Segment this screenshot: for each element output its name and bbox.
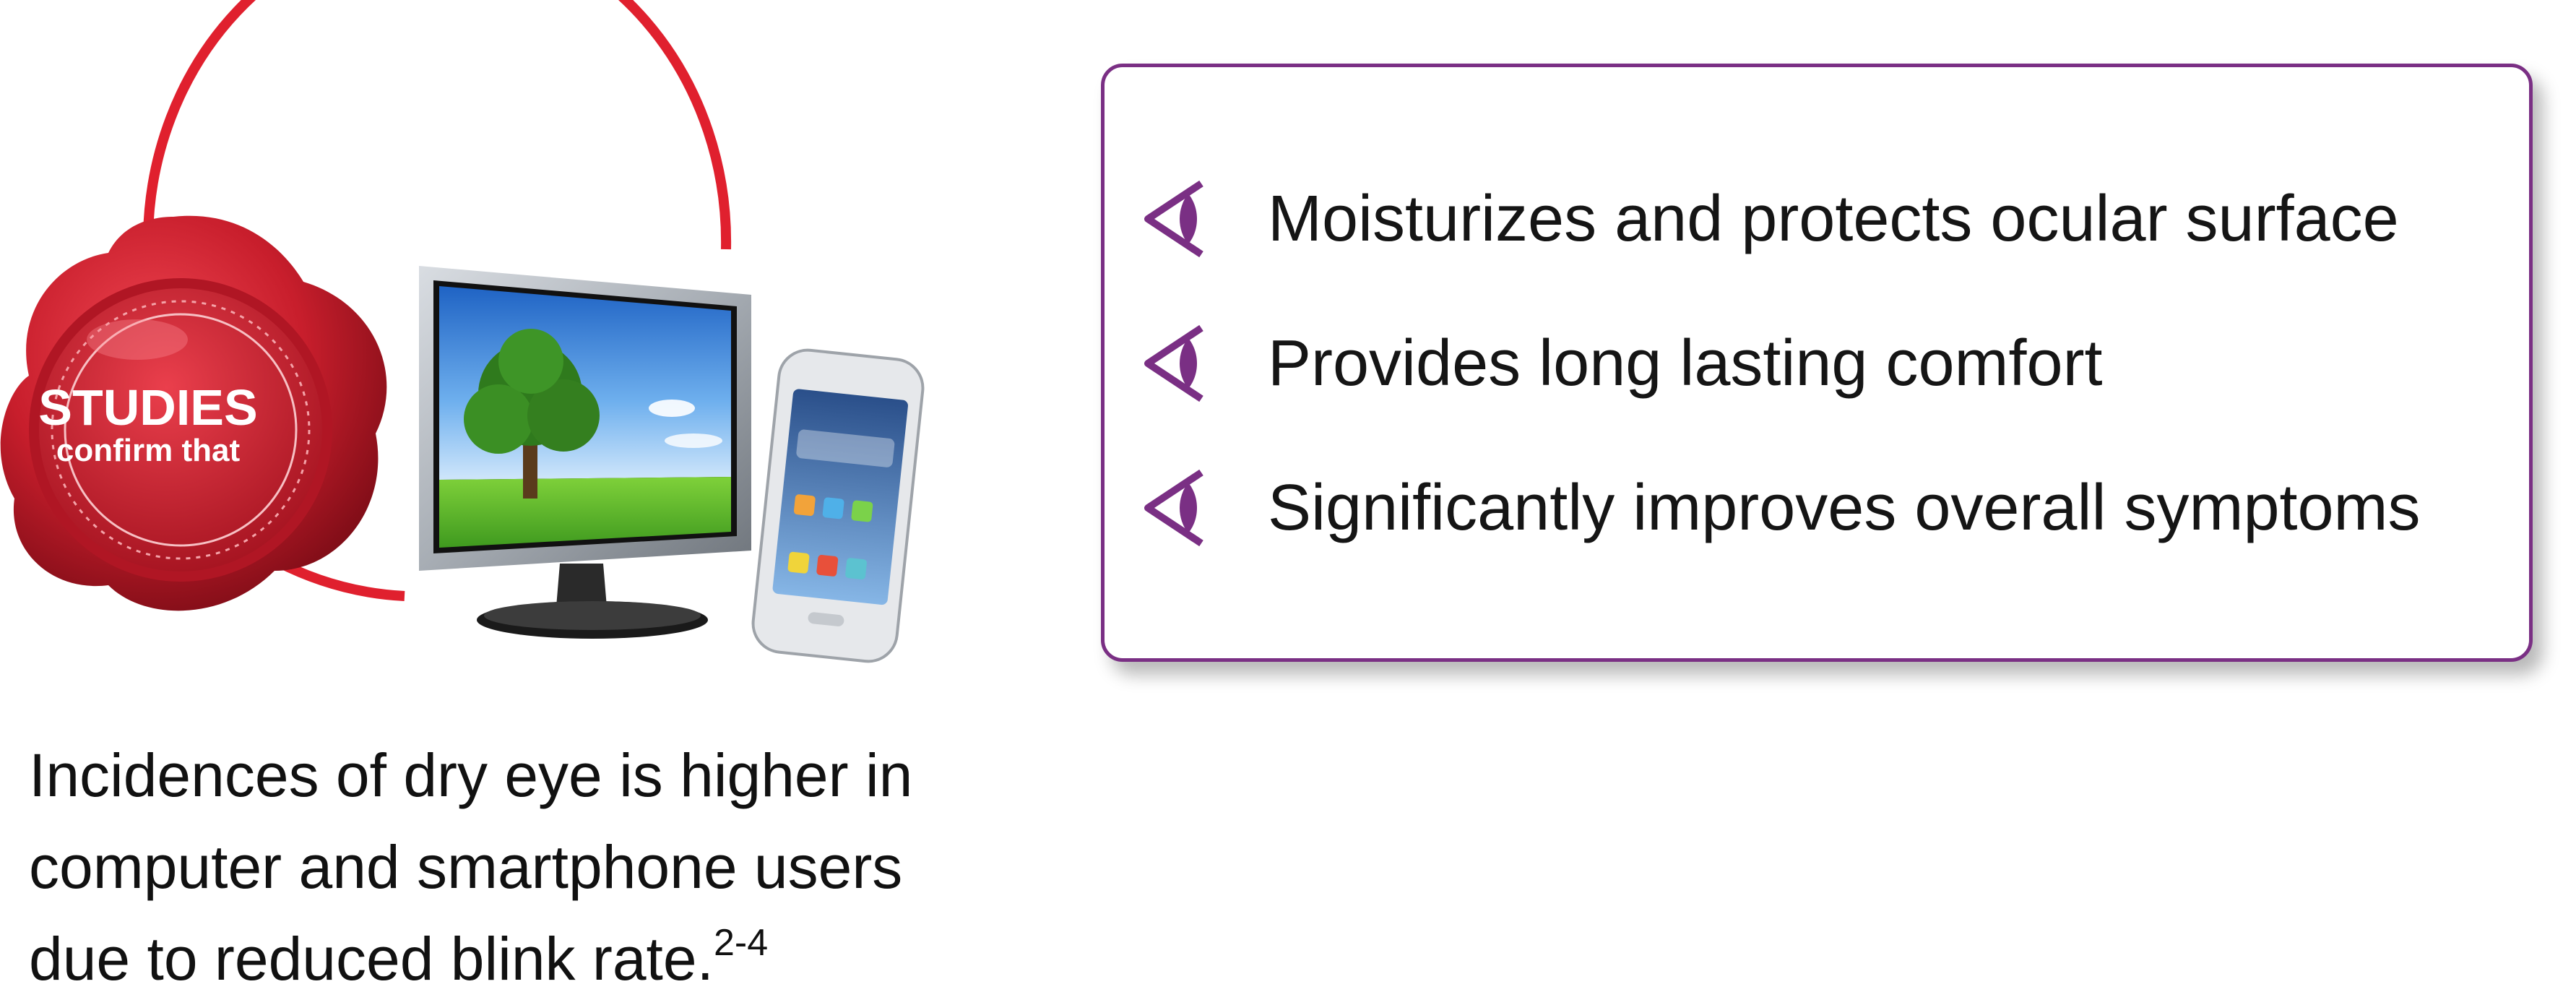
benefit-item: Moisturizes and protects ocular surface xyxy=(1141,176,2399,262)
benefit-item: Significantly improves overall symptoms xyxy=(1141,465,2421,551)
caption-reference: 2-4 xyxy=(713,922,769,964)
benefit-item: Provides long lasting comfort xyxy=(1141,320,2103,407)
eye-arrow-icon xyxy=(1144,469,1203,547)
caption-line2: computer and smartphone users xyxy=(29,833,903,901)
eye-arrow-icon xyxy=(1144,324,1203,402)
caption-line3-text: due to reduced blink rate. xyxy=(29,925,714,993)
seal-line2: confirm that xyxy=(56,433,241,468)
monitor-icon xyxy=(419,266,751,639)
benefit-text: Provides long lasting comfort xyxy=(1268,327,2103,400)
caption-line1: Incidences of dry eye is higher in xyxy=(29,741,913,809)
red-arc xyxy=(143,0,732,250)
eye-arrow-icon xyxy=(1144,180,1203,258)
smartphone-icon xyxy=(751,348,925,663)
seal-icon: STUDIES confirm that xyxy=(0,215,387,611)
illustration: STUDIES confirm that xyxy=(0,0,925,663)
benefit-text: Significantly improves overall symptoms xyxy=(1268,471,2421,544)
seal-line1: STUDIES xyxy=(38,379,257,436)
benefits-card: Moisturizes and protects ocular surface … xyxy=(1101,64,2533,662)
benefit-text: Moisturizes and protects ocular surface xyxy=(1268,182,2399,255)
caption-line3: due to reduced blink rate.2-4 xyxy=(29,913,1098,1005)
caption: Incidences of dry eye is higher in compu… xyxy=(29,730,1098,1005)
